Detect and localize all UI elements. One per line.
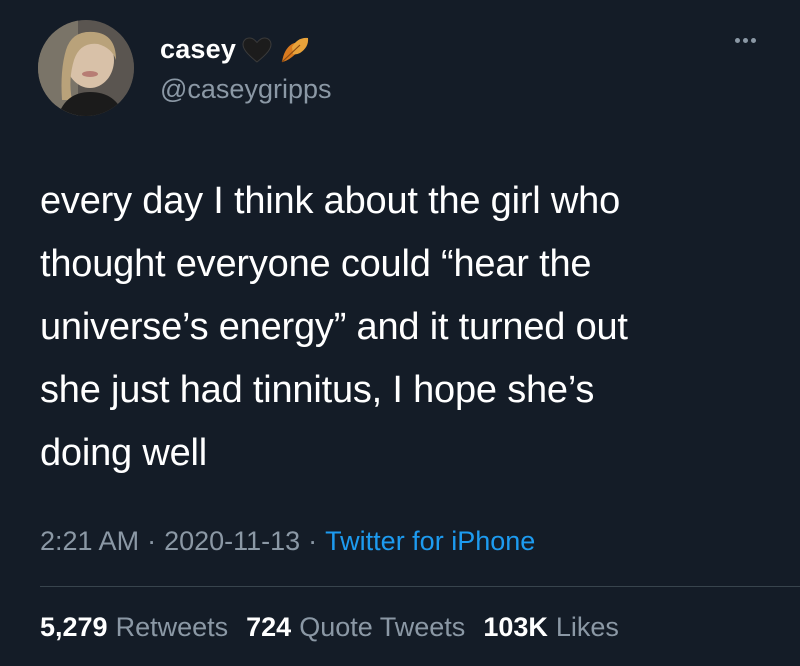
tweet-stats: 5,279 Retweets 724 Quote Tweets 103K Likes (40, 612, 619, 643)
separator: · (308, 526, 318, 556)
avatar[interactable] (38, 20, 134, 116)
quote-tweets-stat[interactable]: 724 Quote Tweets (246, 612, 465, 643)
name-row: casey (160, 34, 312, 65)
profile-photo-icon (38, 20, 134, 116)
tweet-source-link[interactable]: Twitter for iPhone (325, 526, 535, 556)
retweets-stat[interactable]: 5,279 Retweets (40, 612, 228, 643)
quote-tweets-count: 724 (246, 612, 292, 642)
user-handle[interactable]: @caseygripps (160, 74, 331, 105)
tweet-time[interactable]: 2:21 AM (40, 526, 139, 556)
tweet-card: casey @caseygripps every day I think abo… (0, 0, 800, 666)
more-options-icon[interactable] (735, 38, 756, 43)
likes-stat[interactable]: 103K Likes (483, 612, 619, 643)
divider (40, 586, 800, 587)
likes-count: 103K (483, 612, 548, 642)
tweet-text-line: doing well (40, 432, 207, 474)
fallen-leaf-icon (278, 35, 312, 65)
separator: · (147, 526, 157, 556)
black-heart-icon (242, 36, 272, 63)
tweet-text-line: every day I think about the girl who (40, 180, 621, 222)
tweet-meta: 2:21 AM · 2020-11-13 · Twitter for iPhone (40, 526, 535, 557)
retweets-count: 5,279 (40, 612, 108, 642)
display-name[interactable]: casey (160, 34, 236, 65)
tweet-text-line: she just had tinnitus, I hope she’s (40, 369, 595, 411)
retweets-label: Retweets (115, 612, 229, 642)
likes-label: Likes (555, 612, 619, 642)
tweet-date[interactable]: 2020-11-13 (164, 526, 300, 556)
tweet-text: every day I think about the girl who tho… (40, 170, 770, 485)
tweet-text-line: thought everyone could “hear the (40, 243, 592, 285)
quote-tweets-label: Quote Tweets (299, 612, 466, 642)
tweet-text-line: universe’s energy” and it turned out (40, 306, 628, 348)
